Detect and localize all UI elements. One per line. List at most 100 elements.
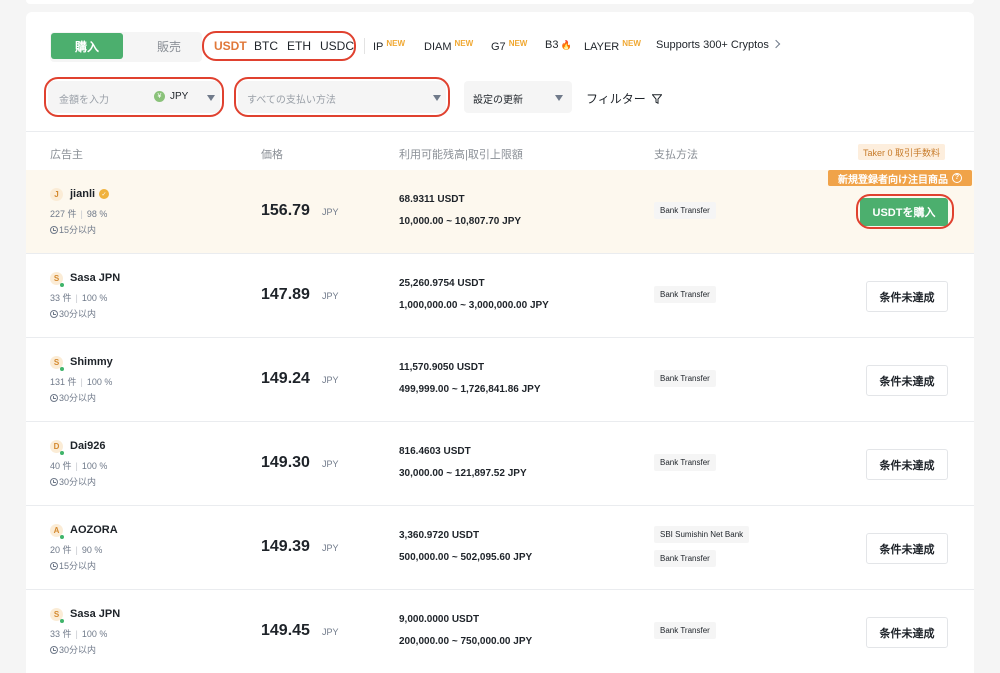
- new-badge: NEW: [508, 39, 528, 48]
- order-count: 131 件: [50, 377, 77, 387]
- new-badge: NEW: [386, 39, 406, 48]
- coin-tab-diam-label: DIAM: [424, 41, 452, 53]
- offer-price: 156.79: [261, 202, 310, 219]
- advertiser-stats: 40 件 | 100 %: [50, 459, 107, 472]
- advertiser-name[interactable]: Dai926: [70, 440, 105, 452]
- payment-method-tag: Bank Transfer: [654, 454, 716, 471]
- requirements-unmet-button[interactable]: 条件未達成: [866, 533, 948, 564]
- chevron-right-icon: [771, 39, 781, 49]
- trade-limit: 1,000,000.00 ~ 3,000,000.00 JPY: [399, 300, 549, 311]
- coin-tab-b3[interactable]: B3 🔥: [545, 39, 572, 51]
- settings-update-select[interactable]: 設定の更新: [464, 81, 572, 113]
- offer-price: 149.39: [261, 538, 310, 555]
- clock-icon: [50, 226, 58, 234]
- online-dot: [60, 619, 64, 623]
- clock-icon: [50, 646, 58, 654]
- coin-tab-usdt[interactable]: USDT: [214, 39, 247, 53]
- stats-separator: |: [75, 293, 78, 303]
- help-icon[interactable]: ?: [952, 173, 962, 183]
- clock-icon: [50, 478, 58, 486]
- price-unit: JPY: [322, 291, 339, 301]
- requirements-unmet-button[interactable]: 条件未達成: [866, 281, 948, 312]
- offer-row: S Sasa JPN 33 件 | 100 % 30分以内 149.45 JPY 9,000.0…: [26, 590, 974, 673]
- filter-icon: [651, 94, 663, 105]
- offer-price: 147.89: [261, 286, 310, 303]
- coin-tab-layer[interactable]: LAYER NEW: [584, 39, 641, 53]
- coin-tab-g7-label: G7: [491, 41, 506, 53]
- price-unit: JPY: [322, 543, 339, 553]
- requirements-unmet-button[interactable]: 条件未達成: [866, 365, 948, 396]
- trade-limit: 10,000.00 ~ 10,807.70 JPY: [399, 216, 522, 227]
- header-advertiser: 広告主: [50, 149, 83, 161]
- offer-row: A AOZORA 20 件 | 90 % 15分以内 149.39 JPY 3,360.9720…: [26, 506, 974, 590]
- offer-row: D Dai926 40 件 | 100 % 30分以内 149.30 JPY 816.4603 …: [26, 422, 974, 506]
- buy-button-highlight: [856, 194, 954, 229]
- available-amount: 816.4603 USDT: [399, 446, 471, 457]
- trade-limit: 200,000.00 ~ 750,000.00 JPY: [399, 636, 533, 647]
- offer-row: Jjianli ✓ 227 件 | 98 % 15分以内 156.79 JPY 68.9311 …: [26, 170, 974, 254]
- header-available: 利用可能残高|取引上限額: [399, 149, 523, 161]
- order-count: 227 件: [50, 209, 77, 219]
- buy-tab[interactable]: 購入: [51, 33, 123, 59]
- completion-rate: 98 %: [86, 209, 108, 219]
- amount-highlight: [44, 77, 224, 117]
- coin-tab-usdc[interactable]: USDC: [320, 39, 354, 53]
- coin-tab-btc[interactable]: BTC: [254, 39, 278, 53]
- fire-icon: 🔥: [560, 40, 572, 50]
- stats-separator: |: [80, 209, 83, 219]
- completion-rate: 100 %: [86, 377, 113, 387]
- payment-time: 15分以内: [50, 559, 96, 572]
- trade-toolbar: 購入 販売: [50, 32, 202, 62]
- payment-time: 30分以内: [50, 391, 96, 404]
- payment-method-tag: Bank Transfer: [654, 622, 716, 639]
- payment-time: 30分以内: [50, 307, 96, 320]
- price-unit: JPY: [322, 375, 339, 385]
- requirements-unmet-button[interactable]: 条件未達成: [866, 449, 948, 480]
- advertiser-stats: 227 件 | 98 %: [50, 207, 107, 220]
- advertiser-name[interactable]: Shimmy: [70, 356, 113, 368]
- advertiser-name[interactable]: Sasa JPN: [70, 272, 120, 284]
- supports-cryptos-link[interactable]: Supports 300+ Cryptos: [656, 39, 781, 51]
- clock-icon: [50, 562, 58, 570]
- coin-tab-ip[interactable]: IP NEW: [373, 39, 405, 53]
- advertiser-name[interactable]: Sasa JPN: [70, 608, 120, 620]
- header-payment: 支払方法: [654, 149, 698, 161]
- payment-method-tag: Bank Transfer: [654, 286, 716, 303]
- payment-highlight: [234, 77, 450, 117]
- payment-time-label: 30分以内: [59, 645, 97, 655]
- coin-tab-diam[interactable]: DIAM NEW: [424, 39, 473, 53]
- advertiser-name[interactable]: jianli: [70, 188, 95, 200]
- advertiser-stats: 20 件 | 90 %: [50, 543, 102, 556]
- trade-limit: 499,999.00 ~ 1,726,841.86 JPY: [399, 384, 541, 395]
- stats-separator: |: [75, 461, 78, 471]
- online-dot: [60, 535, 64, 539]
- payment-time: 15分以内: [50, 223, 96, 236]
- available-amount: 9,000.0000 USDT: [399, 614, 480, 625]
- trade-limit: 500,000.00 ~ 502,095.60 JPY: [399, 552, 533, 563]
- advertiser-stats: 131 件 | 100 %: [50, 375, 112, 388]
- verified-badge-icon: ✓: [99, 189, 109, 199]
- coin-tab-g7[interactable]: G7 NEW: [491, 39, 527, 53]
- offer-price: 149.30: [261, 454, 310, 471]
- order-count: 20 件: [50, 545, 72, 555]
- sell-tab[interactable]: 販売: [140, 33, 198, 59]
- trade-limit: 30,000.00 ~ 121,897.52 JPY: [399, 468, 527, 479]
- stats-separator: |: [75, 545, 78, 555]
- coin-tab-eth[interactable]: ETH: [287, 39, 311, 53]
- supports-cryptos-label: Supports 300+ Cryptos: [656, 39, 769, 51]
- order-count: 33 件: [50, 293, 72, 303]
- clock-icon: [50, 394, 58, 402]
- payment-time-label: 15分以内: [59, 561, 97, 571]
- online-dot: [60, 451, 64, 455]
- coin-tab-ip-label: IP: [373, 41, 384, 53]
- payment-method-tag: Bank Transfer: [654, 550, 716, 567]
- payment-time-label: 15分以内: [59, 225, 97, 235]
- available-amount: 3,360.9720 USDT: [399, 530, 480, 541]
- advertiser-name[interactable]: AOZORA: [70, 524, 118, 536]
- requirements-unmet-button[interactable]: 条件未達成: [866, 617, 948, 648]
- price-unit: JPY: [322, 459, 339, 469]
- filter-label: フィルター: [586, 92, 646, 106]
- order-count: 40 件: [50, 461, 72, 471]
- filter-button[interactable]: フィルター: [586, 90, 663, 107]
- price-unit: JPY: [322, 627, 339, 637]
